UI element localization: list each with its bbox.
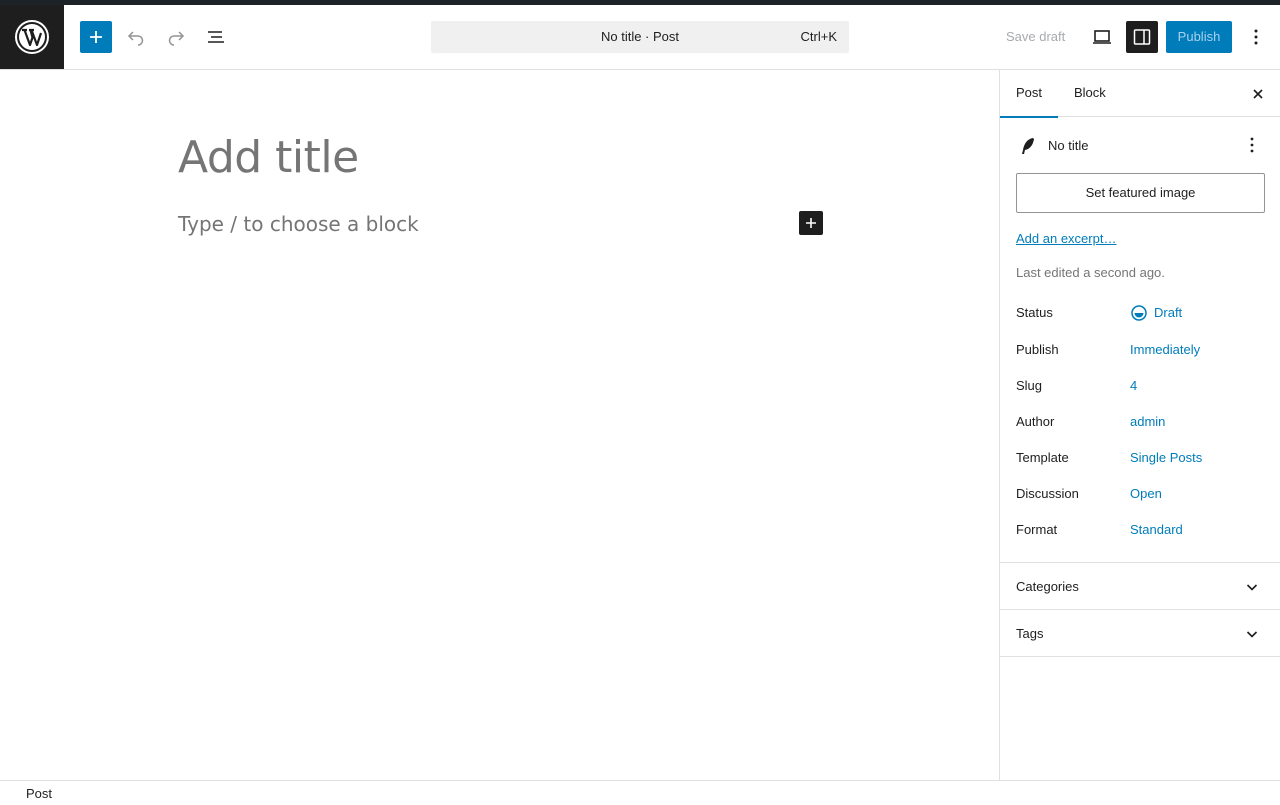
template-row: Template Single Posts <box>1016 446 1266 470</box>
author-row: Author admin <box>1016 410 1266 434</box>
author-value[interactable]: admin <box>1130 414 1165 429</box>
sidebar-icon <box>1133 29 1151 45</box>
block-inserter-toggle[interactable] <box>80 21 112 53</box>
post-actions-button[interactable] <box>1240 131 1264 159</box>
post-card-title: No title <box>1048 138 1089 153</box>
slug-row: Slug 4 <box>1016 374 1266 398</box>
set-featured-image-button[interactable]: Set featured image <box>1016 173 1265 213</box>
settings-sidebar: Post Block No title Set featured image A… <box>999 70 1280 780</box>
inline-block-inserter[interactable] <box>799 211 823 235</box>
command-shortcut: Ctrl+K <box>800 29 837 44</box>
status-label: Status <box>1016 305 1053 320</box>
template-value[interactable]: Single Posts <box>1130 450 1202 465</box>
format-row: Format Standard <box>1016 518 1266 542</box>
block-breadcrumb[interactable]: Post <box>26 786 52 801</box>
options-menu-button[interactable] <box>1240 21 1272 53</box>
add-excerpt-link[interactable]: Add an excerpt… <box>1016 231 1116 246</box>
close-sidebar-button[interactable] <box>1242 78 1274 110</box>
wordpress-icon <box>15 20 49 54</box>
tags-panel-title: Tags <box>1016 626 1044 641</box>
discussion-row: Discussion Open <box>1016 482 1266 506</box>
author-label: Author <box>1016 414 1055 429</box>
template-label: Template <box>1016 450 1069 465</box>
tags-panel-toggle[interactable]: Tags <box>1000 610 1280 657</box>
last-edited-text: Last edited a second ago. <box>1016 265 1165 280</box>
editor-footer: Post <box>0 780 1280 805</box>
discussion-label: Discussion <box>1016 486 1079 501</box>
slug-value[interactable]: 4 <box>1130 378 1137 393</box>
slug-label: Slug <box>1016 378 1043 393</box>
categories-panel-toggle[interactable]: Categories <box>1000 563 1280 610</box>
publish-row: Publish Immediately <box>1016 338 1266 362</box>
command-palette-bar[interactable]: No title · Post Ctrl+K <box>431 21 849 53</box>
default-block-appender[interactable]: Type / to choose a block <box>178 212 419 236</box>
editor-header: No title · Post Ctrl+K Save draft Publis… <box>0 5 1280 70</box>
discussion-value[interactable]: Open <box>1130 486 1162 501</box>
save-draft-button[interactable]: Save draft <box>998 21 1073 53</box>
list-view-icon <box>208 31 224 43</box>
post-title-input[interactable]: Add title <box>178 132 359 183</box>
plus-icon <box>90 31 102 43</box>
post-summary-panel: No title Set featured image Add an excer… <box>1000 117 1280 563</box>
publish-button[interactable]: Publish <box>1166 21 1232 53</box>
chevron-down-icon <box>1240 575 1264 599</box>
format-value[interactable]: Standard <box>1130 522 1183 537</box>
settings-sidebar-toggle[interactable] <box>1126 21 1158 53</box>
categories-panel-title: Categories <box>1016 579 1079 594</box>
laptop-icon <box>1093 30 1111 44</box>
redo-icon <box>168 31 185 46</box>
sidebar-tabs: Post Block <box>1000 70 1280 118</box>
more-vertical-icon <box>1254 29 1258 45</box>
preview-button[interactable] <box>1086 21 1118 53</box>
publish-label: Publish <box>1016 342 1059 357</box>
post-feather-icon <box>1016 134 1040 158</box>
document-title: No title · Post <box>600 29 680 44</box>
wordpress-logo-button[interactable] <box>0 5 64 69</box>
undo-button[interactable] <box>120 21 152 53</box>
undo-icon <box>127 31 144 46</box>
publish-value[interactable]: Immediately <box>1130 342 1200 357</box>
editor-canvas: Add title Type / to choose a block <box>0 70 999 780</box>
format-label: Format <box>1016 522 1058 537</box>
chevron-down-icon <box>1240 622 1264 646</box>
tab-block[interactable]: Block <box>1058 70 1122 117</box>
status-row: Status Draft <box>1016 301 1266 325</box>
more-vertical-icon <box>1250 137 1254 153</box>
close-icon <box>1253 89 1263 99</box>
status-value[interactable]: Draft <box>1154 305 1182 320</box>
tab-post[interactable]: Post <box>1000 70 1059 118</box>
document-overview-button[interactable] <box>200 21 232 53</box>
plus-icon <box>806 218 816 228</box>
draft-status-icon <box>1131 305 1147 321</box>
redo-button[interactable] <box>160 21 192 53</box>
